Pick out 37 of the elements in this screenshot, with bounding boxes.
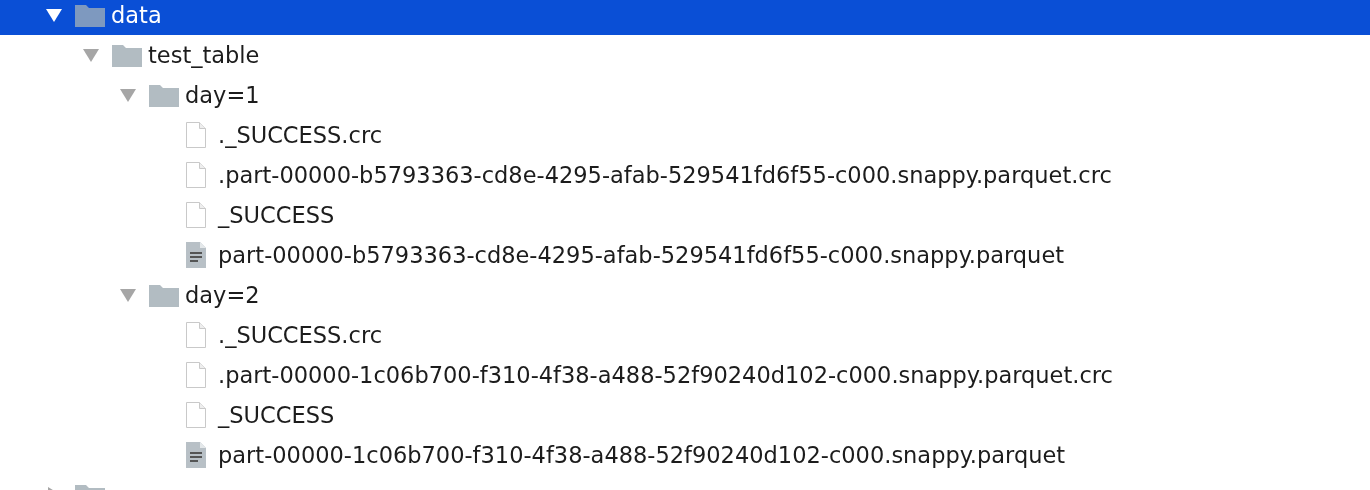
item-name: day=2 bbox=[185, 282, 260, 308]
tree-row[interactable]: _SUCCESS bbox=[0, 395, 1370, 435]
tree-row[interactable]: part-00000-1c06b700-f310-4f38-a488-52f90240d102-c000.snappy.parquet bbox=[0, 435, 1370, 475]
file-icon bbox=[186, 162, 206, 188]
file-icon bbox=[186, 202, 206, 228]
folder-icon bbox=[149, 283, 179, 307]
item-name: test_table bbox=[148, 42, 260, 68]
file-icon bbox=[186, 402, 206, 428]
tree-row[interactable]: ._SUCCESS.crc bbox=[0, 115, 1370, 155]
item-name: _SUCCESS bbox=[218, 202, 335, 228]
item-name: day=1 bbox=[185, 82, 260, 108]
file-icon bbox=[186, 122, 206, 148]
tree-row[interactable]: data bbox=[0, 0, 1370, 35]
folder-icon bbox=[149, 83, 179, 107]
item-name: _SUCCESS bbox=[218, 402, 335, 428]
item-name: .part-00000-1c06b700-f310-4f38-a488-52f90240d102-c000.snappy.parquet.crc bbox=[218, 362, 1113, 388]
tree-row[interactable]: day=1 bbox=[0, 75, 1370, 115]
item-name: ._SUCCESS.crc bbox=[218, 122, 382, 148]
item-name: part-00000-1c06b700-f310-4f38-a488-52f90240d102-c000.snappy.parquet bbox=[218, 442, 1066, 468]
file-icon bbox=[186, 362, 206, 388]
tree-row[interactable]: _SUCCESS bbox=[0, 195, 1370, 235]
tree-row[interactable]: test_table bbox=[0, 35, 1370, 75]
tree-row[interactable]: part-00000-b5793363-cd8e-4295-afab-529541fd6f55-c000.snappy.parquet bbox=[0, 235, 1370, 275]
file-icon bbox=[186, 322, 206, 348]
folder-icon bbox=[75, 3, 105, 27]
item-name: .part-00000-b5793363-cd8e-4295-afab-529541fd6f55-c000.snappy.parquet.crc bbox=[218, 162, 1112, 188]
tree-row[interactable]: .part-00000-b5793363-cd8e-4295-afab-529541fd6f55-c000.snappy.parquet.crc bbox=[0, 155, 1370, 195]
tree-row[interactable]: ._SUCCESS.crc bbox=[0, 315, 1370, 355]
tree-row[interactable]: day=2 bbox=[0, 275, 1370, 315]
document-icon bbox=[186, 242, 206, 268]
item-name: ._SUCCESS.crc bbox=[218, 322, 382, 348]
expanded-arrow-icon[interactable] bbox=[45, 7, 63, 23]
tree-row[interactable]: .part-00000-1c06b700-f310-4f38-a488-52f90240d102-c000.snappy.parquet.crc bbox=[0, 355, 1370, 395]
item-name: part-00000-b5793363-cd8e-4295-afab-529541fd6f55-c000.snappy.parquet bbox=[218, 242, 1065, 268]
item-name: data bbox=[111, 2, 162, 28]
folder-icon bbox=[112, 43, 142, 67]
document-icon bbox=[186, 442, 206, 468]
